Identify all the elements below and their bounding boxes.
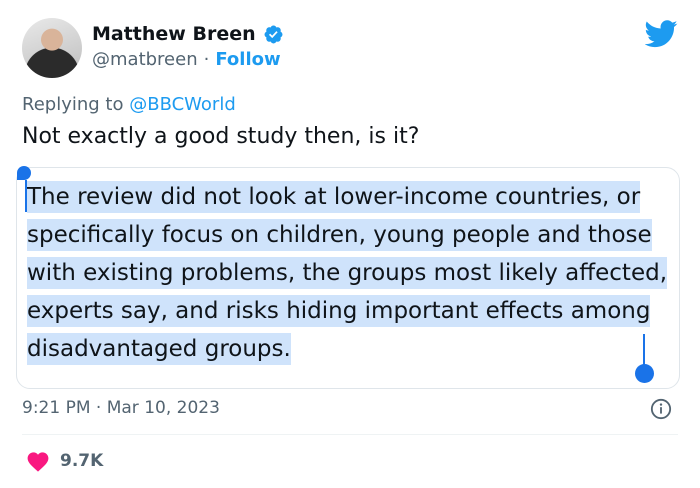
- selection-start-handle[interactable]: [17, 166, 31, 180]
- replying-to: Replying to @BBCWorld: [22, 94, 236, 115]
- twitter-bird-icon[interactable]: [645, 20, 678, 48]
- like-button[interactable]: 9.7K: [26, 450, 103, 472]
- selection-end-handle[interactable]: [635, 364, 654, 383]
- tweet-timestamp[interactable]: 9:21 PM · Mar 10, 2023: [22, 398, 220, 418]
- selected-text: The review did not look at lower-income …: [27, 181, 668, 365]
- author-name-row: Matthew Breen: [92, 20, 284, 48]
- quoted-text: The review did not look at lower-income …: [27, 178, 675, 368]
- divider: [22, 434, 678, 435]
- meta-separator: ·: [95, 398, 102, 418]
- author-handle[interactable]: @matbreen: [92, 49, 198, 70]
- tweet-time: 9:21 PM: [22, 398, 91, 418]
- author-handle-row: @matbreen · Follow: [92, 49, 281, 70]
- author-name[interactable]: Matthew Breen: [92, 23, 256, 45]
- separator-dot: ·: [203, 49, 210, 70]
- tweet-date: Mar 10, 2023: [106, 398, 220, 418]
- selection-start-caret: [25, 180, 27, 212]
- heart-icon: [27, 452, 49, 472]
- replying-label: Replying to: [22, 94, 124, 115]
- follow-button[interactable]: Follow: [215, 49, 280, 70]
- like-count: 9.7K: [60, 451, 104, 471]
- reply-mention-link[interactable]: @BBCWorld: [129, 94, 236, 115]
- avatar[interactable]: [22, 18, 82, 78]
- info-icon[interactable]: [650, 398, 672, 420]
- selection-end-caret: [643, 334, 645, 368]
- verified-badge-icon: [264, 25, 283, 43]
- tweet-text: Not exactly a good study then, is it?: [22, 124, 420, 149]
